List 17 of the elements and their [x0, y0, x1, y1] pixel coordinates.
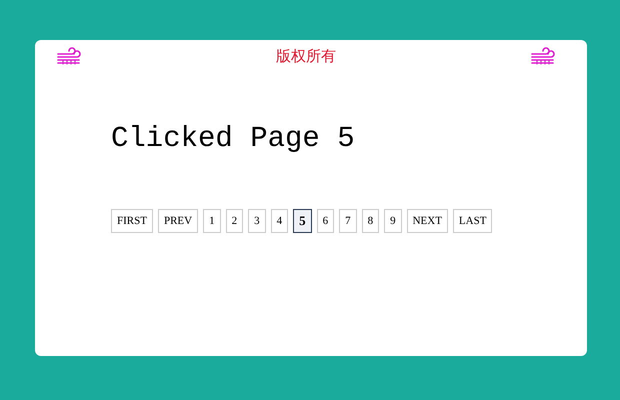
page-button[interactable]: 4 [270, 209, 288, 233]
header-title: 版权所有 [276, 46, 336, 66]
page-heading: Clicked Page 5 [111, 122, 356, 155]
page-button[interactable]: 7 [339, 209, 357, 233]
page-button[interactable]: FIRST [111, 209, 153, 233]
page-button[interactable]: 2 [226, 209, 244, 233]
page-button[interactable]: 6 [316, 209, 334, 233]
page-button[interactable]: 3 [248, 209, 266, 233]
page-button[interactable]: 9 [384, 209, 402, 233]
page-button[interactable]: 8 [362, 209, 380, 233]
page-button[interactable]: 1 [203, 209, 221, 233]
wind-icon [57, 46, 81, 66]
page-button[interactable]: 5 [293, 209, 312, 233]
page-button[interactable]: PREV [158, 209, 198, 233]
wind-icon [531, 46, 555, 66]
page-button[interactable]: NEXT [406, 209, 448, 233]
page-button[interactable]: LAST [452, 209, 492, 233]
